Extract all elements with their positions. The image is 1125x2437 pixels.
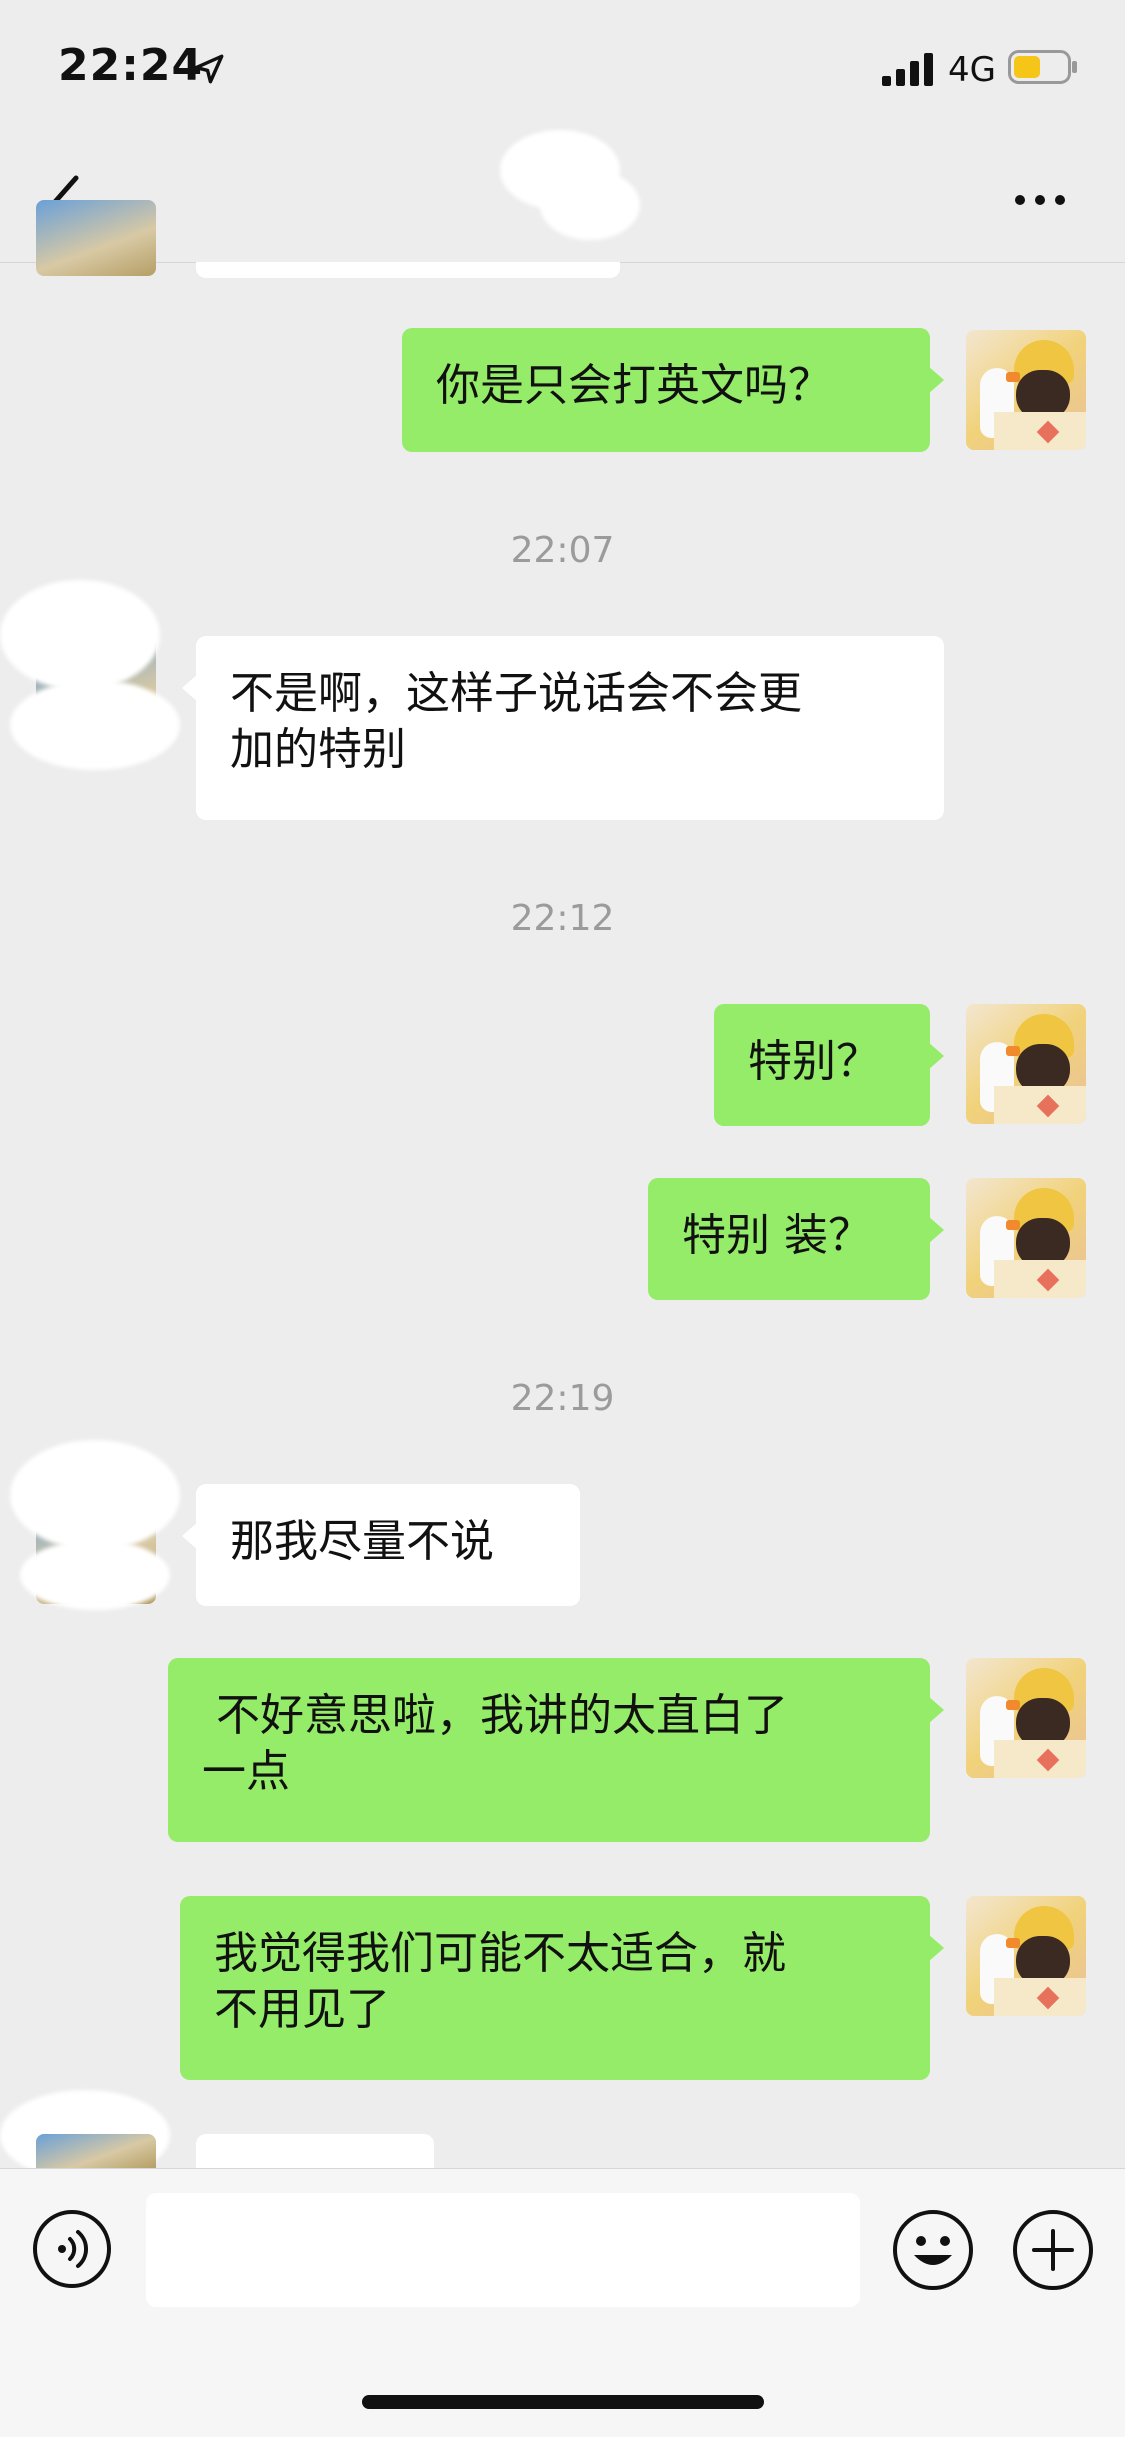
avatar[interactable] (36, 200, 156, 276)
message-bubble[interactable]: 不好意思啦，我讲的太直白了 一点 (168, 1658, 944, 1842)
timestamp: 22:12 (510, 898, 615, 939)
status-bar: 22:24 4G (0, 0, 1125, 140)
avatar[interactable] (966, 1178, 1086, 1298)
home-indicator (362, 2395, 764, 2409)
plus-icon[interactable] (1012, 2209, 1094, 2291)
message-bubble[interactable]: 你是只会打英文吗？ (402, 328, 944, 452)
message-input[interactable] (146, 2193, 860, 2307)
redacted-avatar (10, 1440, 180, 1550)
redacted-name (540, 170, 640, 240)
network-type: 4G (948, 50, 996, 90)
message-bubble[interactable]: 特别？ (714, 1004, 944, 1126)
more-dots-icon[interactable] (1010, 180, 1070, 220)
message-bubble[interactable]: 特别 装？ (648, 1178, 944, 1300)
timestamp: 22:19 (510, 1378, 615, 1419)
location-arrow-icon (194, 54, 224, 84)
battery-icon (1008, 50, 1077, 84)
redacted-avatar (20, 1540, 170, 1610)
cut-off-bubble (196, 2134, 434, 2168)
avatar[interactable] (966, 1004, 1086, 1124)
redacted-avatar (10, 680, 180, 770)
message-bubble[interactable]: 不是啊，这样子说话会不会更 加的特别 (182, 636, 944, 820)
avatar[interactable] (966, 1658, 1086, 1778)
message-bubble[interactable]: 那我尽量不说 (182, 1484, 580, 1606)
avatar[interactable] (966, 330, 1086, 450)
input-bar (0, 2168, 1125, 2437)
status-time: 22:24 (58, 40, 204, 91)
timestamp: 22:07 (510, 530, 615, 571)
avatar[interactable] (966, 1896, 1086, 2016)
voice-icon[interactable] (32, 2209, 112, 2289)
message-bubble[interactable]: 我觉得我们可能不太适合，就 不用见了 (180, 1896, 944, 2080)
avatar[interactable] (36, 2134, 156, 2168)
cut-off-bubble (196, 262, 620, 278)
chat-header (0, 130, 1125, 263)
emoji-icon[interactable] (892, 2209, 974, 2291)
signal-icon (882, 53, 933, 86)
redacted-avatar (0, 580, 160, 690)
